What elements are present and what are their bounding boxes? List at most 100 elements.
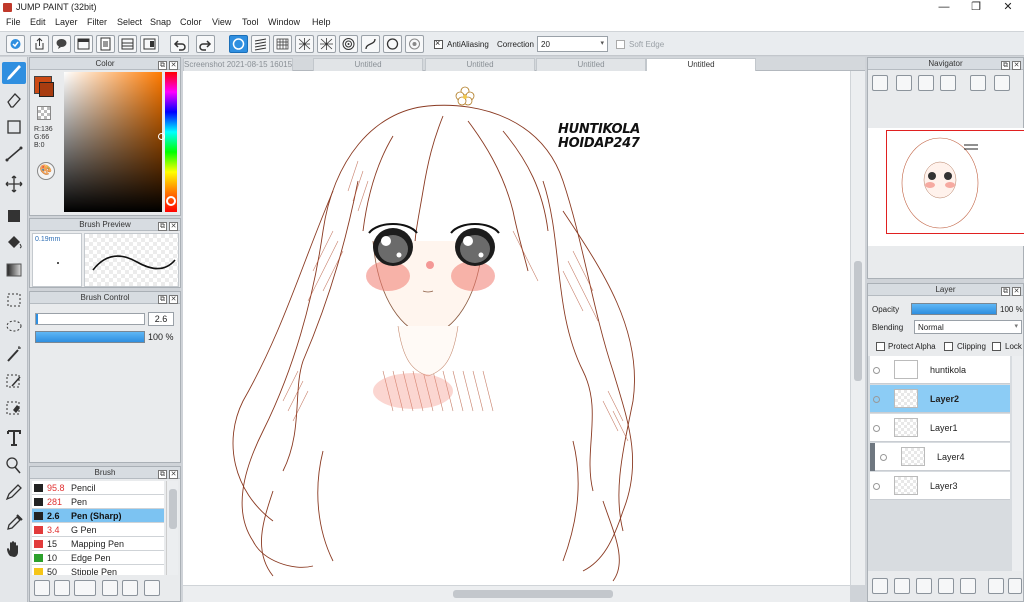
clipping-checkbox[interactable]	[944, 342, 953, 351]
menu-view[interactable]: View	[212, 17, 231, 27]
snap-grid-icon[interactable]	[273, 35, 292, 53]
blending-mode-dropdown[interactable]: Normal ▾	[914, 320, 1022, 334]
new-brush-icon[interactable]	[54, 580, 70, 596]
canvas-vertical-scrollbar[interactable]	[850, 71, 865, 585]
menu-snap[interactable]: Snap	[150, 17, 171, 27]
snap-crisscross-icon[interactable]	[295, 35, 314, 53]
move-tool-icon[interactable]	[2, 173, 26, 195]
snap-settings-icon[interactable]	[405, 35, 424, 53]
layer-row-layer2[interactable]: Layer2	[870, 385, 1010, 413]
tab-untitled-3[interactable]: Untitled	[536, 58, 646, 71]
undo-icon[interactable]	[170, 35, 189, 53]
tab-screenshot[interactable]: Screenshot 2021-08-15 160154.png	[183, 58, 293, 71]
brush-item-pen-sharp[interactable]: 2.6 Pen (Sharp)	[32, 509, 164, 523]
foreground-color-swatch[interactable]	[39, 82, 54, 97]
layer-opacity-slider[interactable]	[911, 303, 997, 315]
layer-row-huntikola[interactable]: huntikola	[870, 356, 1010, 384]
panel-close-icon[interactable]: ✕	[169, 222, 178, 231]
brush-item-pencil[interactable]: 95.8 Pencil	[32, 481, 164, 495]
maximize-button[interactable]: ❐	[960, 0, 992, 16]
visibility-toggle-icon[interactable]	[873, 396, 880, 403]
snap-radial-icon[interactable]	[317, 35, 336, 53]
brush-copy-icon[interactable]	[102, 580, 118, 596]
palette-icon[interactable]: 🎨	[37, 162, 55, 180]
panel-undock-icon[interactable]: ⧉	[1001, 287, 1010, 296]
new-layer-icon[interactable]	[872, 578, 888, 594]
brush-settings-button[interactable]	[6, 35, 25, 53]
brush-size-slider[interactable]	[35, 313, 145, 325]
visibility-toggle-icon[interactable]	[873, 425, 880, 432]
menu-tool[interactable]: Tool	[242, 17, 259, 27]
hand-tool-icon[interactable]	[2, 538, 26, 560]
visibility-toggle-icon[interactable]	[873, 367, 880, 374]
select-pen-tool-icon[interactable]	[2, 370, 26, 392]
lock-checkbox[interactable]	[992, 342, 1001, 351]
new-layer-1bit-icon[interactable]	[916, 578, 932, 594]
brush-tool-icon[interactable]	[2, 62, 26, 84]
brush-type-dropdown[interactable]	[74, 580, 96, 596]
brush-opacity-slider[interactable]	[35, 331, 145, 343]
brush-list-scrollbar[interactable]	[166, 481, 178, 575]
new-layer-8bit-icon[interactable]	[894, 578, 910, 594]
bucket-tool-icon[interactable]	[2, 232, 26, 254]
minimize-button[interactable]: —	[928, 0, 960, 16]
duplicate-layer-icon[interactable]	[988, 578, 1004, 594]
snap-off-icon[interactable]	[229, 35, 248, 53]
panel-undock-icon[interactable]: ⧉	[158, 222, 167, 231]
fit-to-window-icon[interactable]	[918, 75, 934, 91]
panel-undock-icon[interactable]: ⧉	[1001, 61, 1010, 70]
zoom-out-icon[interactable]	[872, 75, 888, 91]
snap-curve-icon[interactable]	[361, 35, 380, 53]
layer-list-scrollbar[interactable]	[1012, 356, 1023, 571]
tab-untitled-2[interactable]: Untitled	[425, 58, 535, 71]
layer-row-layer4[interactable]: Layer4	[870, 443, 1010, 471]
export-icon[interactable]	[30, 35, 49, 53]
menu-edit[interactable]: Edit	[30, 17, 46, 27]
brush-item-stipple-pen[interactable]: 50 Stipple Pen	[32, 565, 164, 575]
correction-dropdown[interactable]: 20 ▾	[537, 36, 608, 52]
visibility-toggle-icon[interactable]	[880, 454, 887, 461]
vertical-scroll-thumb[interactable]	[854, 261, 862, 381]
layout-icon[interactable]	[140, 35, 159, 53]
actual-size-icon[interactable]	[940, 75, 956, 91]
horizontal-scroll-thumb[interactable]	[453, 590, 613, 598]
hue-slider-handle[interactable]	[166, 196, 176, 206]
panel-close-icon[interactable]: ✕	[1012, 61, 1021, 70]
snap-parallel-icon[interactable]	[251, 35, 270, 53]
brush-size-value[interactable]: 2.6	[148, 312, 174, 326]
brush-item-mapping-pen[interactable]: 15 Mapping Pen	[32, 537, 164, 551]
eyedropper-tool-icon[interactable]	[2, 511, 26, 533]
zoom-in-icon[interactable]	[896, 75, 912, 91]
rotate-icon[interactable]	[970, 75, 986, 91]
menu-file[interactable]: File	[6, 17, 21, 27]
hue-slider[interactable]	[165, 72, 177, 212]
panel-close-icon[interactable]: ✕	[169, 61, 178, 70]
snap-circle-icon[interactable]	[383, 35, 402, 53]
layer-folder-icon[interactable]	[960, 578, 976, 594]
text-tool-icon[interactable]	[2, 427, 26, 449]
protect-alpha-checkbox[interactable]	[876, 342, 885, 351]
layer-row-layer1[interactable]: Layer1	[870, 414, 1010, 442]
layer-row-layer3[interactable]: Layer3	[870, 472, 1010, 500]
brush-list-scroll-thumb[interactable]	[169, 489, 177, 529]
document-icon[interactable]	[96, 35, 115, 53]
rectangle-tool-icon[interactable]	[2, 116, 26, 138]
panel-undock-icon[interactable]: ⧉	[158, 295, 167, 304]
panel-close-icon[interactable]: ✕	[169, 295, 178, 304]
panel-close-icon[interactable]: ✕	[169, 470, 178, 479]
comment-icon[interactable]	[52, 35, 71, 53]
select-rect-tool-icon[interactable]	[2, 289, 26, 311]
delete-layer-icon[interactable]	[1008, 578, 1022, 594]
operation-tool-icon[interactable]	[2, 454, 26, 476]
color-picker-cursor[interactable]	[158, 133, 165, 140]
navigator-viewport-frame[interactable]	[886, 130, 1024, 234]
brush-group-icon[interactable]	[34, 580, 50, 596]
menu-select[interactable]: Select	[117, 17, 142, 27]
transparent-color-swatch[interactable]	[37, 106, 51, 120]
redo-icon[interactable]	[196, 35, 215, 53]
menu-window[interactable]: Window	[268, 17, 300, 27]
panel-undock-icon[interactable]: ⧉	[158, 61, 167, 70]
tab-untitled-1[interactable]: Untitled	[313, 58, 423, 71]
folder-icon[interactable]	[122, 580, 138, 596]
brush-item-edge-pen[interactable]: 10 Edge Pen	[32, 551, 164, 565]
